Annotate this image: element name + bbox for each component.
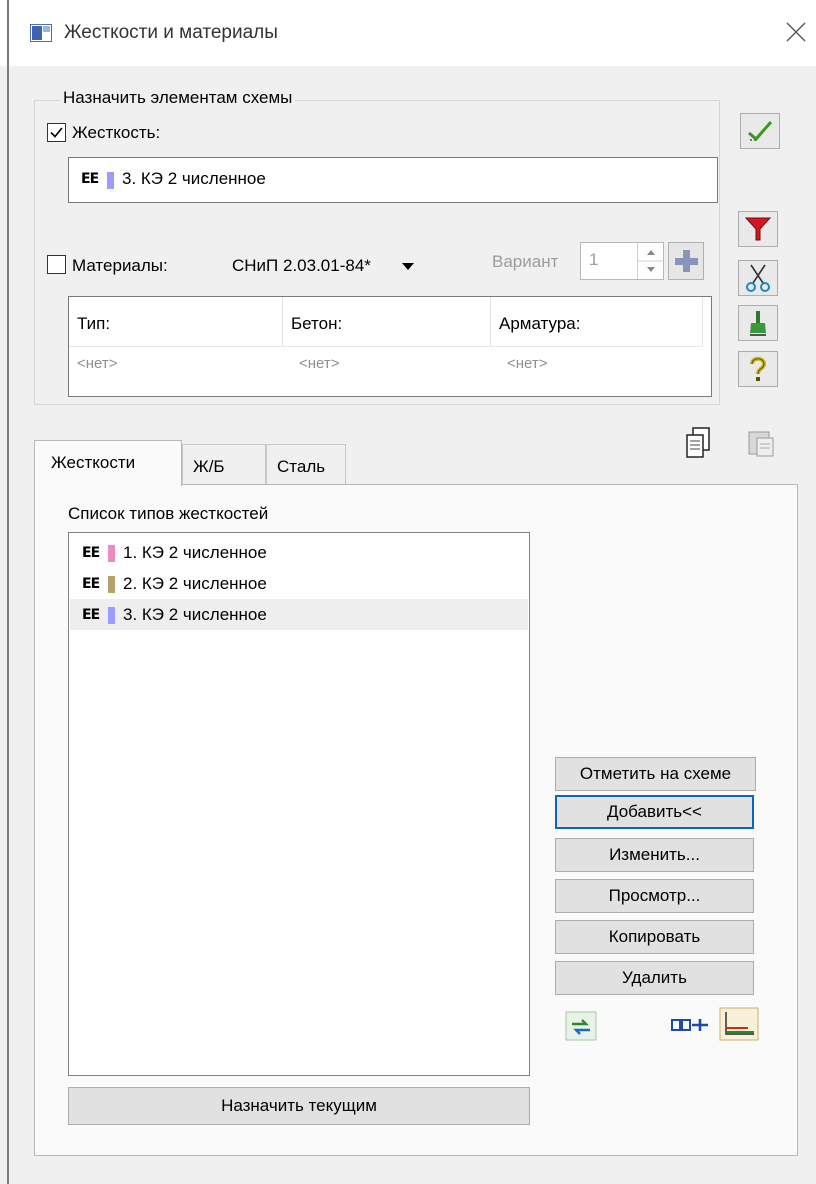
button-label: Назначить текущим (221, 1096, 377, 1115)
copy-document-icon (686, 427, 710, 458)
materials-norm-dropdown[interactable]: СНиП 2.03.01-84* (232, 256, 371, 276)
add-button[interactable]: Добавить<< (555, 795, 754, 829)
materials-table: Тип: Бетон: Арматура: <нет> <нет> <нет> (68, 296, 712, 397)
variant-value: 1 (589, 250, 599, 269)
view-button[interactable]: Просмотр... (555, 879, 754, 913)
brush-button[interactable] (738, 305, 778, 341)
brush-icon (750, 311, 766, 336)
paste-document-button[interactable] (744, 424, 780, 462)
table-header-concrete: Бетон: (283, 297, 491, 347)
window-border (7, 0, 9, 1184)
button-label: Удалить (622, 968, 687, 987)
list-item-label: 1. КЭ 2 численное (123, 543, 267, 562)
stiffness-color-swatch (107, 172, 114, 189)
button-label: Просмотр... (608, 886, 701, 905)
stiffness-list[interactable]: EE 1. КЭ 2 численное EE 2. КЭ 2 численно… (68, 532, 530, 1076)
button-label: Изменить... (609, 845, 700, 864)
list-item-label: 2. КЭ 2 численное (123, 574, 267, 593)
stiffness-label: Жесткость: (72, 123, 161, 142)
axis-chart-icon (719, 1007, 759, 1041)
tab-reinforced-concrete[interactable]: Ж/Б (182, 444, 266, 484)
stiffness-type-icon: EE (82, 576, 100, 592)
swap-arrows-button[interactable] (564, 1010, 598, 1042)
assign-current-button[interactable]: Назначить текущим (68, 1087, 530, 1125)
stiffness-type-icon: EE (82, 607, 100, 623)
stiffness-type-icon: EE (82, 545, 100, 561)
close-icon[interactable] (784, 20, 808, 44)
filter-button[interactable] (738, 211, 778, 247)
table-cell-type: <нет> (77, 355, 118, 372)
button-label: Отметить на схеме (579, 764, 732, 783)
stiffness-checkbox[interactable] (47, 123, 66, 142)
materials-label: Материалы: (72, 256, 168, 275)
variant-stepper[interactable]: 1 (580, 242, 664, 280)
table-cell-rebar: <нет> (507, 355, 548, 372)
variant-spin-buttons[interactable] (637, 243, 664, 279)
list-item-label: 3. КЭ 2 численное (123, 605, 267, 624)
edit-button[interactable]: Изменить... (555, 838, 754, 872)
list-item[interactable]: EE 1. КЭ 2 численное (70, 537, 528, 568)
delete-button[interactable]: Удалить (555, 961, 754, 995)
insert-button[interactable] (670, 1010, 708, 1042)
color-swatch (108, 576, 115, 593)
chevron-down-icon[interactable] (402, 263, 414, 270)
variant-label: Вариант (492, 252, 559, 271)
scissors-icon (746, 264, 770, 292)
assign-group-title: Назначить элементам схемы (60, 88, 296, 108)
stiffness-list-title: Список типов жесткостей (68, 504, 269, 523)
help-button[interactable] (738, 351, 778, 387)
tab-stiffness[interactable]: Жесткости (34, 440, 182, 486)
help-icon (750, 356, 767, 381)
axis-button[interactable] (718, 1004, 760, 1042)
table-cell-concrete: <нет> (299, 355, 340, 372)
table-header-rebar: Арматура: (491, 297, 703, 347)
stiffness-value: 3. КЭ 2 численное (122, 169, 266, 188)
list-item[interactable]: EE 2. КЭ 2 численное (70, 568, 528, 599)
insert-row-icon (671, 1019, 708, 1031)
copy-document-button[interactable] (680, 424, 716, 462)
stiffness-type-icon: EE (81, 171, 99, 187)
filter-icon (744, 217, 772, 241)
cut-button[interactable] (738, 260, 778, 296)
copy-button[interactable]: Копировать (555, 920, 754, 954)
list-item-selected[interactable]: EE 3. КЭ 2 численное (70, 599, 528, 630)
window-app-icon (30, 24, 52, 42)
button-label: Копировать (608, 927, 701, 946)
mark-on-scheme-button[interactable]: Отметить на схеме (555, 757, 756, 791)
window-title: Жесткости и материалы (64, 22, 278, 43)
table-header-type: Тип: (69, 297, 283, 347)
apply-button[interactable] (740, 113, 780, 149)
tab-steel[interactable]: Сталь (266, 444, 346, 484)
color-swatch (108, 545, 115, 562)
button-label: Добавить<< (607, 802, 702, 821)
color-swatch (108, 607, 115, 624)
plus-icon (675, 250, 698, 272)
check-icon (748, 121, 773, 142)
materials-checkbox[interactable] (47, 255, 66, 274)
stiffness-field[interactable]: EE 3. КЭ 2 численное (68, 157, 718, 203)
add-variant-button[interactable] (668, 242, 704, 280)
swap-arrows-icon (565, 1011, 597, 1041)
paste-document-icon (748, 431, 774, 457)
